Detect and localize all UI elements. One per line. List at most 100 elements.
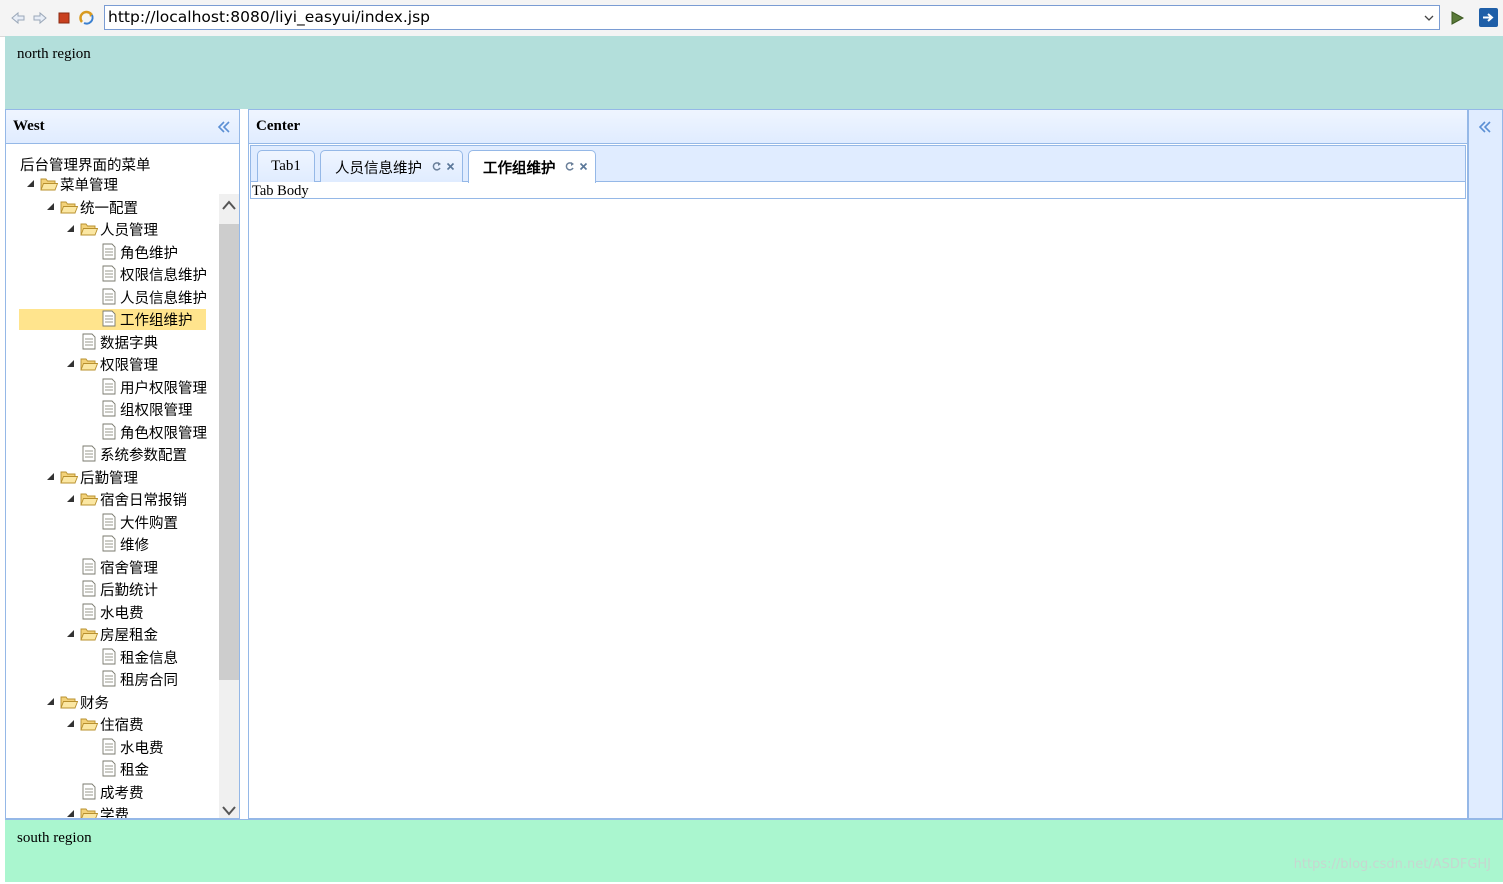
tree-node-label: 人员信息维护 [120, 290, 207, 307]
tab-refresh-icon[interactable] [431, 161, 442, 172]
tree-node-label: 后勤管理 [80, 470, 138, 487]
collapse-left-icon[interactable] [217, 120, 231, 134]
folder-open-icon [60, 696, 78, 708]
file-icon [82, 603, 96, 619]
tree-node[interactable]: 菜单管理 [6, 173, 220, 196]
expanded-arrow-icon[interactable] [66, 359, 75, 368]
tree-node-label: 财务 [80, 695, 109, 712]
tree-node-label: 数据字典 [100, 335, 158, 352]
expanded-arrow-icon[interactable] [66, 629, 75, 638]
tree-node-label: 住宿费 [100, 718, 144, 734]
tree-node-label: 学费 [100, 808, 129, 818]
tree-node-label: 角色维护 [120, 245, 178, 262]
file-icon [102, 265, 116, 282]
tree-node[interactable]: 数据字典 [6, 331, 220, 354]
tree-node[interactable]: 组权限管理 [6, 398, 220, 421]
tree-node[interactable]: 后勤统计 [6, 578, 220, 601]
east-panel-collapsed[interactable] [1468, 109, 1503, 819]
scroll-down-icon[interactable] [221, 802, 237, 818]
folder-open-icon [80, 628, 98, 641]
back-arrow-icon[interactable] [10, 10, 26, 26]
address-bar[interactable]: http://localhost:8080/liyi_easyui/index.… [104, 5, 1440, 30]
tree-node[interactable]: 系统参数配置 [6, 443, 220, 466]
tree-node[interactable]: 角色维护 [6, 241, 220, 264]
folder-open-icon [80, 358, 98, 371]
west-panel-header: West [6, 110, 239, 144]
file-icon [82, 445, 96, 462]
tree-node[interactable]: 后勤管理 [6, 466, 220, 489]
folder-open-icon [80, 718, 98, 731]
tree-node[interactable]: 权限管理 [6, 353, 220, 376]
expanded-arrow-icon[interactable] [46, 202, 55, 211]
tree-node[interactable]: 用户权限管理 [6, 376, 220, 399]
browser-toolbar: http://localhost:8080/liyi_easyui/index.… [0, 0, 1503, 37]
tree-node-label: 组权限管理 [120, 403, 193, 419]
tab-label: Tab1 [271, 158, 301, 174]
center-panel-title: Center [256, 118, 301, 134]
tree-node[interactable]: 房屋租金 [6, 623, 220, 646]
expanded-arrow-icon[interactable] [46, 697, 55, 706]
tab-label: 人员信息维护 [335, 161, 422, 177]
tree-node[interactable]: 人员管理 [6, 218, 220, 241]
exit-icon[interactable] [1478, 7, 1499, 28]
tree-node[interactable]: 租房合同 [6, 668, 220, 691]
expanded-arrow-icon[interactable] [26, 179, 35, 188]
tree-node-label: 水电费 [120, 740, 164, 757]
file-icon [102, 513, 116, 529]
tab-body-text: Tab Body [252, 183, 309, 199]
tab-tab1[interactable]: Tab1 [257, 150, 315, 182]
tree-node[interactable]: 成考费 [6, 781, 220, 804]
tree-node[interactable]: 权限信息维护 [6, 263, 220, 286]
tree-node-label: 权限管理 [100, 358, 158, 374]
tree-node[interactable]: 住宿费 [6, 713, 220, 736]
expand-left-icon[interactable] [1478, 120, 1492, 134]
expanded-arrow-icon[interactable] [66, 809, 75, 818]
tree-node[interactable]: 水电费 [6, 601, 220, 624]
tree-scrollbar[interactable] [219, 194, 239, 818]
chevron-down-icon[interactable] [1423, 12, 1435, 24]
tree-node[interactable]: 租金信息 [6, 646, 220, 669]
forward-arrow-icon[interactable] [32, 10, 48, 26]
refresh-icon[interactable] [79, 10, 95, 26]
tab-workgroup[interactable]: 工作组维护 [468, 150, 596, 183]
tree-node[interactable]: 工作组维护 [6, 308, 220, 331]
scroll-up-icon[interactable] [221, 198, 237, 214]
north-region-text: north region [17, 46, 91, 62]
file-icon [102, 423, 116, 439]
expanded-arrow-icon[interactable] [66, 494, 75, 503]
tree-node-label: 水电费 [100, 605, 144, 622]
folder-open-icon [80, 493, 98, 506]
tree-node-label: 统一配置 [80, 200, 138, 217]
tree-node[interactable]: 人员信息维护 [6, 286, 220, 309]
folder-open-icon [60, 471, 78, 483]
tab-refresh-icon[interactable] [564, 161, 575, 172]
stop-icon[interactable] [56, 10, 72, 26]
tree-node[interactable]: 维修 [6, 533, 220, 556]
tree-node[interactable]: 大件购置 [6, 511, 220, 534]
tree-node[interactable]: 租金 [6, 758, 220, 781]
tab-close-icon[interactable] [578, 161, 589, 172]
expanded-arrow-icon[interactable] [66, 719, 75, 728]
tree-node[interactable]: 宿舍管理 [6, 556, 220, 579]
tab-personnel-info[interactable]: 人员信息维护 [320, 150, 463, 182]
address-bar-text: http://localhost:8080/liyi_easyui/index.… [108, 8, 430, 26]
file-icon [82, 333, 96, 349]
tree-node[interactable]: 财务 [6, 691, 220, 714]
tree-node-label: 权限信息维护 [120, 268, 207, 284]
tree-node-label: 后勤统计 [100, 583, 158, 599]
tree-node[interactable]: 宿舍日常报销 [6, 488, 220, 511]
tree-node[interactable]: 水电费 [6, 736, 220, 759]
folder-open-icon [80, 223, 98, 236]
tree-node[interactable]: 统一配置 [6, 196, 220, 219]
file-icon [102, 288, 116, 304]
west-panel: West 后台管理界面的菜单 菜单管理 统一配置 人员管理 角色维护 权限信息维护 人员信… [5, 109, 240, 819]
tab-close-icon[interactable] [445, 161, 456, 172]
expanded-arrow-icon[interactable] [46, 472, 55, 481]
scrollbar-thumb[interactable] [219, 224, 239, 680]
file-icon [102, 243, 116, 259]
expanded-arrow-icon[interactable] [66, 224, 75, 233]
go-icon[interactable] [1449, 10, 1465, 26]
file-icon [102, 310, 116, 327]
tree-node[interactable]: 学费 [6, 803, 220, 818]
tree-node[interactable]: 角色权限管理 [6, 421, 220, 444]
